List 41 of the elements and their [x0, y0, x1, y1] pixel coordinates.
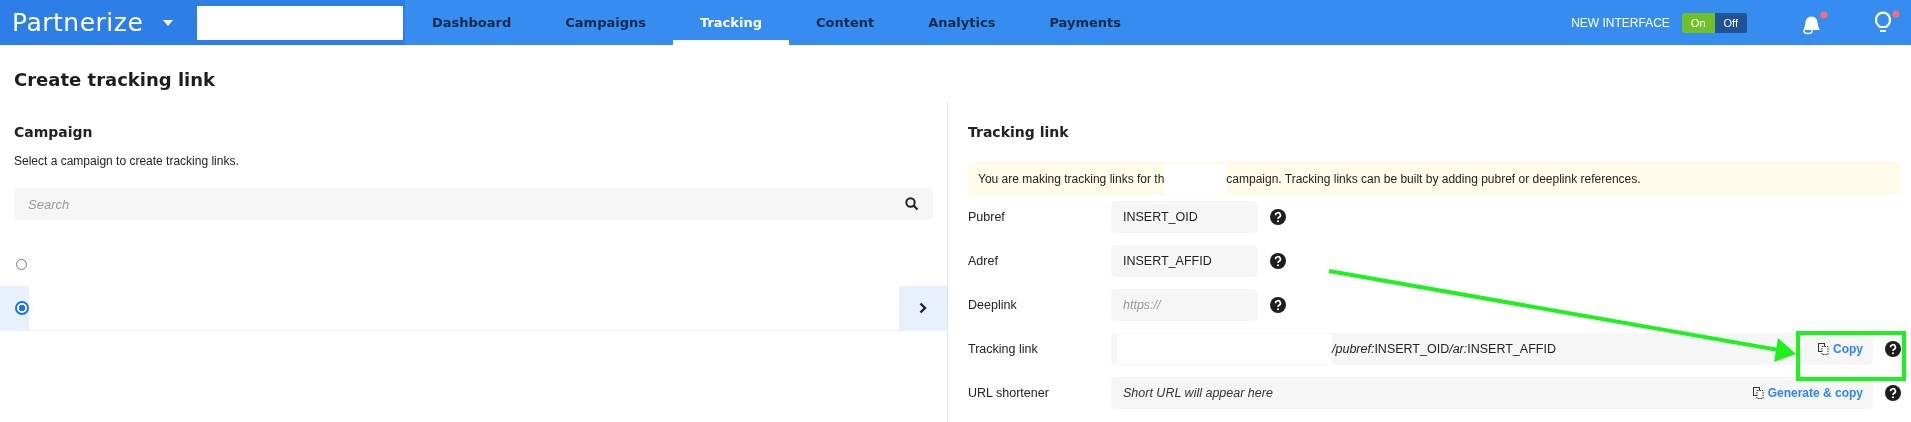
input-field[interactable]: INSERT_OID [1111, 201, 1258, 233]
notice-text: campaign. Tracking links can be built by adding pubref or deeplink references. [1226, 171, 1641, 186]
radio-button[interactable] [14, 301, 29, 315]
section-description: Select a campaign to create tracking links. [14, 154, 240, 168]
section-heading: Tracking link [968, 124, 1070, 140]
nav-tab[interactable]: Dashboard [405, 0, 539, 45]
caret-icon[interactable] [163, 19, 174, 26]
field-label: Deeplink [968, 298, 1018, 312]
help-icon[interactable] [1885, 341, 1901, 357]
new-interface-label: NEW INTERFACE [1571, 15, 1670, 30]
chevron-right-icon [919, 302, 927, 314]
copy-icon [1752, 387, 1764, 399]
search-field[interactable]: Search [26, 195, 905, 213]
help-icon[interactable] [1270, 253, 1286, 269]
generate-copy-button[interactable]: Generate & copy [1752, 386, 1863, 400]
copy-button[interactable]: Copy [1818, 342, 1863, 356]
short-url-field[interactable]: Short URL will appear here [1111, 385, 1753, 401]
field-label: Pubref [968, 210, 1006, 224]
tracking-link-text: /pubref:INSERT_OID/ar:INSERT_AFFID [1332, 342, 1556, 356]
help-icon[interactable] [1270, 209, 1286, 225]
copy-icon [1818, 343, 1829, 355]
nav-tab[interactable]: Analytics [901, 0, 1023, 45]
field-label: URL shortener [968, 386, 1050, 400]
help-icon[interactable] [1270, 297, 1286, 313]
input-field[interactable]: INSERT_AFFID [1111, 245, 1258, 277]
search-bar[interactable]: Search [14, 188, 933, 220]
nav-tab[interactable]: Campaigns [538, 0, 673, 45]
nav-tab[interactable]: Tracking [673, 0, 789, 45]
input-field[interactable]: https:// [1111, 289, 1258, 321]
page-title: Create tracking link [13, 68, 217, 92]
url-shortener-field[interactable]: Short URL will appear here Generate & copy [1111, 377, 1873, 409]
nav-tab[interactable]: Payments [1022, 0, 1148, 45]
nav-tab[interactable]: Content [789, 0, 902, 45]
field-label: Adref [968, 254, 999, 268]
search-icon [905, 197, 919, 211]
section-heading: Campaign [14, 124, 94, 140]
notice-text: You are making tracking links for th [978, 171, 1165, 186]
field-label: Tracking link [968, 342, 1039, 356]
help-icon[interactable] [1885, 385, 1901, 401]
tracking-link-field[interactable]: /pubref:INSERT_OID/ar:INSERT_AFFID Copy [1111, 333, 1873, 365]
radio-button[interactable] [16, 258, 27, 270]
